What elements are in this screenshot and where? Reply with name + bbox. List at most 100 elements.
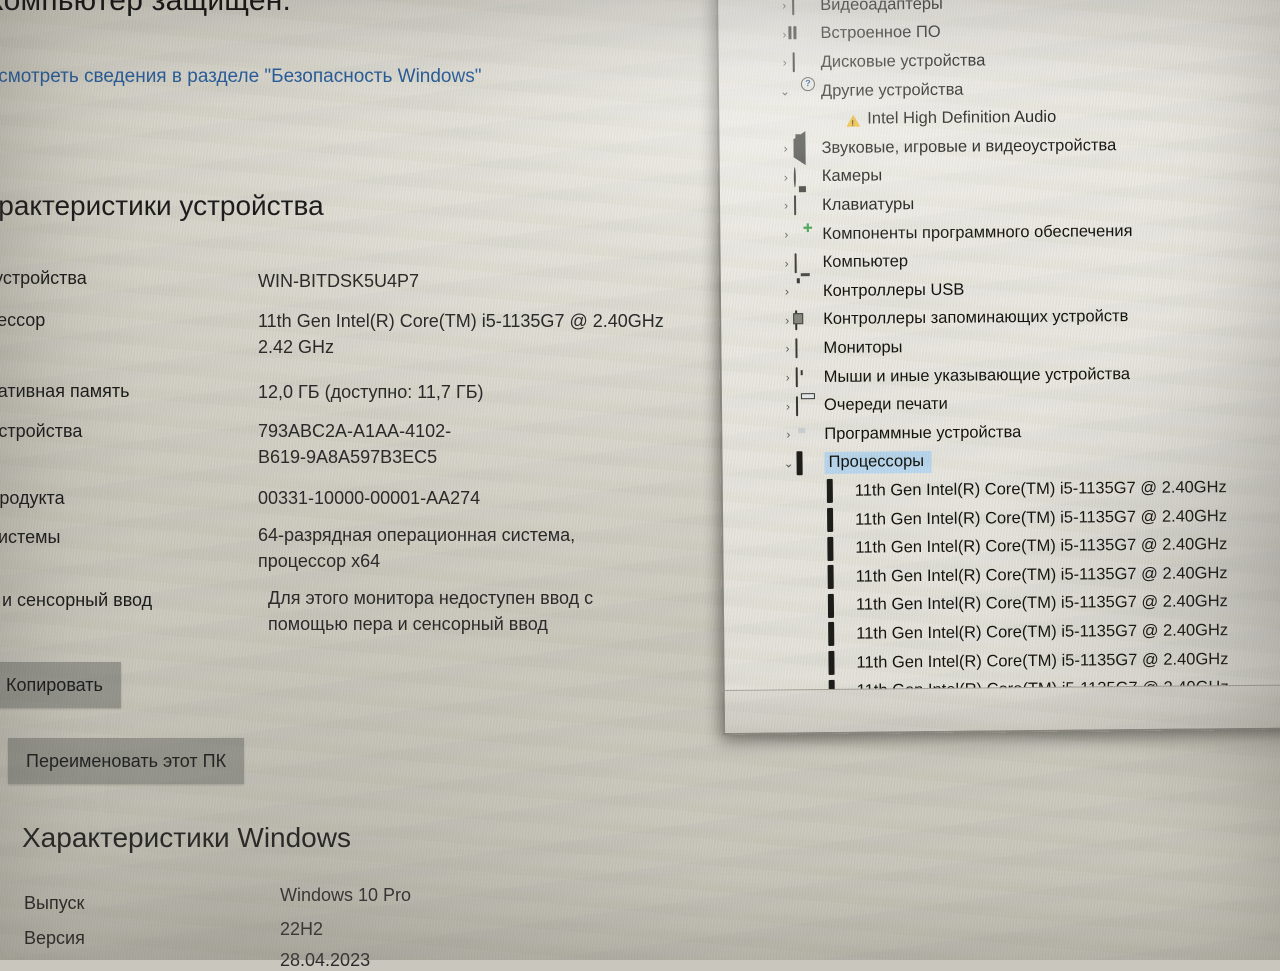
video-adapter-icon-glyph xyxy=(792,0,794,16)
device-specs-heading: Характеристики устройства xyxy=(0,190,324,222)
processor-icon xyxy=(828,568,850,586)
device-tree-item-label: Процессоры xyxy=(824,451,931,474)
processor-icon-glyph xyxy=(828,651,834,675)
chevron-right-icon[interactable]: › xyxy=(780,370,796,384)
rename-pc-button[interactable]: Переименовать этот ПК xyxy=(8,738,244,784)
spec-value-processor: 11th Gen Intel(R) Core(TM) i5-1135G7 @ 2… xyxy=(258,308,678,360)
chevron-right-icon[interactable]: › xyxy=(778,199,794,213)
wspec-label-edition: Выпуск xyxy=(24,893,84,914)
warning-device-icon xyxy=(839,110,861,128)
software-device-icon xyxy=(796,425,818,443)
device-tree-item-label: Видеоадаптеры xyxy=(820,0,943,15)
spec-value-device-id: 793ABC2A-A1AA-4102-B619-9A8A597B3EC5 xyxy=(258,418,493,470)
spec-label-device-id: Код устройства xyxy=(0,421,82,442)
chevron-right-icon[interactable]: › xyxy=(777,142,793,156)
software-component-icon xyxy=(794,225,816,243)
disk-drive-icon-glyph xyxy=(793,53,795,73)
processor-icon xyxy=(828,625,850,643)
spec-value-pen-touch: Для этого монитора недоступен ввод с пом… xyxy=(268,585,663,637)
chevron-right-icon[interactable]: › xyxy=(780,428,796,442)
chevron-right-icon[interactable]: › xyxy=(778,227,794,241)
device-tree-item-label: Контроллеры USB xyxy=(823,280,965,300)
device-tree-item-label: Камеры xyxy=(822,167,883,187)
device-tree[interactable]: › Видеоадаптеры › Встроенное ПО › Дисковые ус… xyxy=(718,0,1280,691)
speaker-icon-glyph xyxy=(793,131,805,165)
computer-icon-glyph xyxy=(795,253,797,273)
disk-drive-icon xyxy=(793,54,815,72)
spec-value-system-type: 64-разрядная операционная система, проце… xyxy=(258,522,658,574)
processor-icon-glyph xyxy=(827,537,833,561)
chevron-right-icon[interactable]: › xyxy=(779,342,795,356)
device-tree-item-label: Клавиатуры xyxy=(822,195,914,215)
chevron-right-icon[interactable]: › xyxy=(778,170,794,184)
processor-icon-glyph xyxy=(827,479,833,503)
chevron-right-icon[interactable]: › xyxy=(777,56,793,70)
spec-value-product-id: 00331-10000-00001-AA274 xyxy=(258,485,678,511)
camera-icon-glyph xyxy=(794,167,796,187)
monitor-icon xyxy=(795,340,817,358)
wspec-value-install-date: 28.04.2023 xyxy=(280,950,370,971)
device-tree-item-label: Очереди печати xyxy=(824,395,948,415)
mouse-icon-glyph xyxy=(796,367,798,387)
device-tree-item-label: 11th Gen Intel(R) Core(TM) i5-1135G7 @ 2… xyxy=(855,478,1227,501)
storage-controller-icon-glyph xyxy=(795,310,797,330)
windows-specs-heading: Характеристики Windows xyxy=(22,822,351,854)
mouse-icon xyxy=(796,368,818,386)
speaker-icon xyxy=(793,139,815,157)
wspec-value-edition: Windows 10 Pro xyxy=(280,885,411,906)
device-tree-item-label: Дисковые устройства xyxy=(821,51,986,72)
protection-status-heading: Компьютер защищен. xyxy=(0,0,291,18)
printer-icon xyxy=(796,397,818,415)
unknown-device-icon xyxy=(793,82,815,100)
chevron-down-icon[interactable]: ⌄ xyxy=(777,84,793,98)
windows-security-link[interactable]: Посмотреть сведения в разделе "Безопасно… xyxy=(0,62,494,92)
spec-label-pen-touch: Перо и сенсорный ввод xyxy=(0,590,152,611)
usb-icon xyxy=(795,282,817,300)
chevron-right-icon[interactable]: › xyxy=(779,256,795,270)
spec-label-product-id: Код продукта xyxy=(0,488,65,509)
processor-icon-glyph xyxy=(828,565,834,589)
device-tree-item-label: 11th Gen Intel(R) Core(TM) i5-1135G7 @ 2… xyxy=(856,593,1228,616)
keyboard-icon xyxy=(794,197,816,215)
keyboard-icon-glyph xyxy=(794,196,796,216)
device-tree-item-label: Контроллеры запоминающих устройств xyxy=(823,307,1128,329)
device-tree-item-label: 11th Gen Intel(R) Core(TM) i5-1135G7 @ 2… xyxy=(855,535,1227,558)
device-tree-item-label: Другие устройства xyxy=(821,80,964,100)
wspec-label-version: Версия xyxy=(24,928,85,949)
device-tree-item-label: Звуковые, игровые и видеоустройства xyxy=(821,136,1116,158)
processor-icon xyxy=(828,654,850,672)
chevron-down-icon[interactable]: ⌄ xyxy=(780,456,796,470)
storage-controller-icon xyxy=(795,311,817,329)
processor-icon xyxy=(827,511,849,529)
camera-icon xyxy=(794,168,816,186)
processor-icon-glyph xyxy=(828,594,834,618)
device-tree-item-label: Компьютер xyxy=(823,252,909,272)
device-manager-status-bar xyxy=(725,684,1280,733)
processor-icon-glyph xyxy=(827,508,833,532)
firmware-chip-icon xyxy=(792,25,814,43)
spec-label-ram: Оперативная память xyxy=(0,381,129,402)
device-tree-item-label: Intel High Definition Audio xyxy=(867,108,1056,129)
device-tree-item-label: Компоненты программного обеспечения xyxy=(822,222,1132,244)
device-manager-window[interactable]: › Видеоадаптеры › Встроенное ПО › Дисковые ус… xyxy=(716,0,1280,735)
device-tree-item-label: 11th Gen Intel(R) Core(TM) i5-1135G7 @ 2… xyxy=(855,507,1227,530)
device-tree-item-label: Программные устройства xyxy=(824,423,1021,444)
printer-icon-glyph xyxy=(796,396,798,416)
processor-icon xyxy=(827,539,849,557)
spec-value-device-name: WIN-BITDSK5U4P7 xyxy=(258,268,678,294)
device-tree-item-label: Мыши и иные указывающие устройства xyxy=(824,365,1131,387)
device-tree-item-label: Встроенное ПО xyxy=(820,23,940,43)
monitor-icon-glyph xyxy=(795,339,797,359)
wspec-value-version: 22H2 xyxy=(280,919,323,940)
processor-icon-glyph xyxy=(828,622,834,646)
settings-about-page: Компьютер защищен. Посмотреть сведения в… xyxy=(0,0,700,960)
spec-label-processor: Процессор xyxy=(0,310,45,331)
chevron-right-icon[interactable]: › xyxy=(779,285,795,299)
device-tree-item-label: Мониторы xyxy=(823,338,902,358)
processor-icon-glyph xyxy=(796,451,802,475)
chevron-right-icon[interactable]: › xyxy=(780,399,796,413)
copy-button[interactable]: Копировать xyxy=(0,662,121,708)
processor-icon xyxy=(827,482,849,500)
video-adapter-icon xyxy=(792,0,814,15)
chevron-right-icon[interactable]: › xyxy=(776,0,792,13)
